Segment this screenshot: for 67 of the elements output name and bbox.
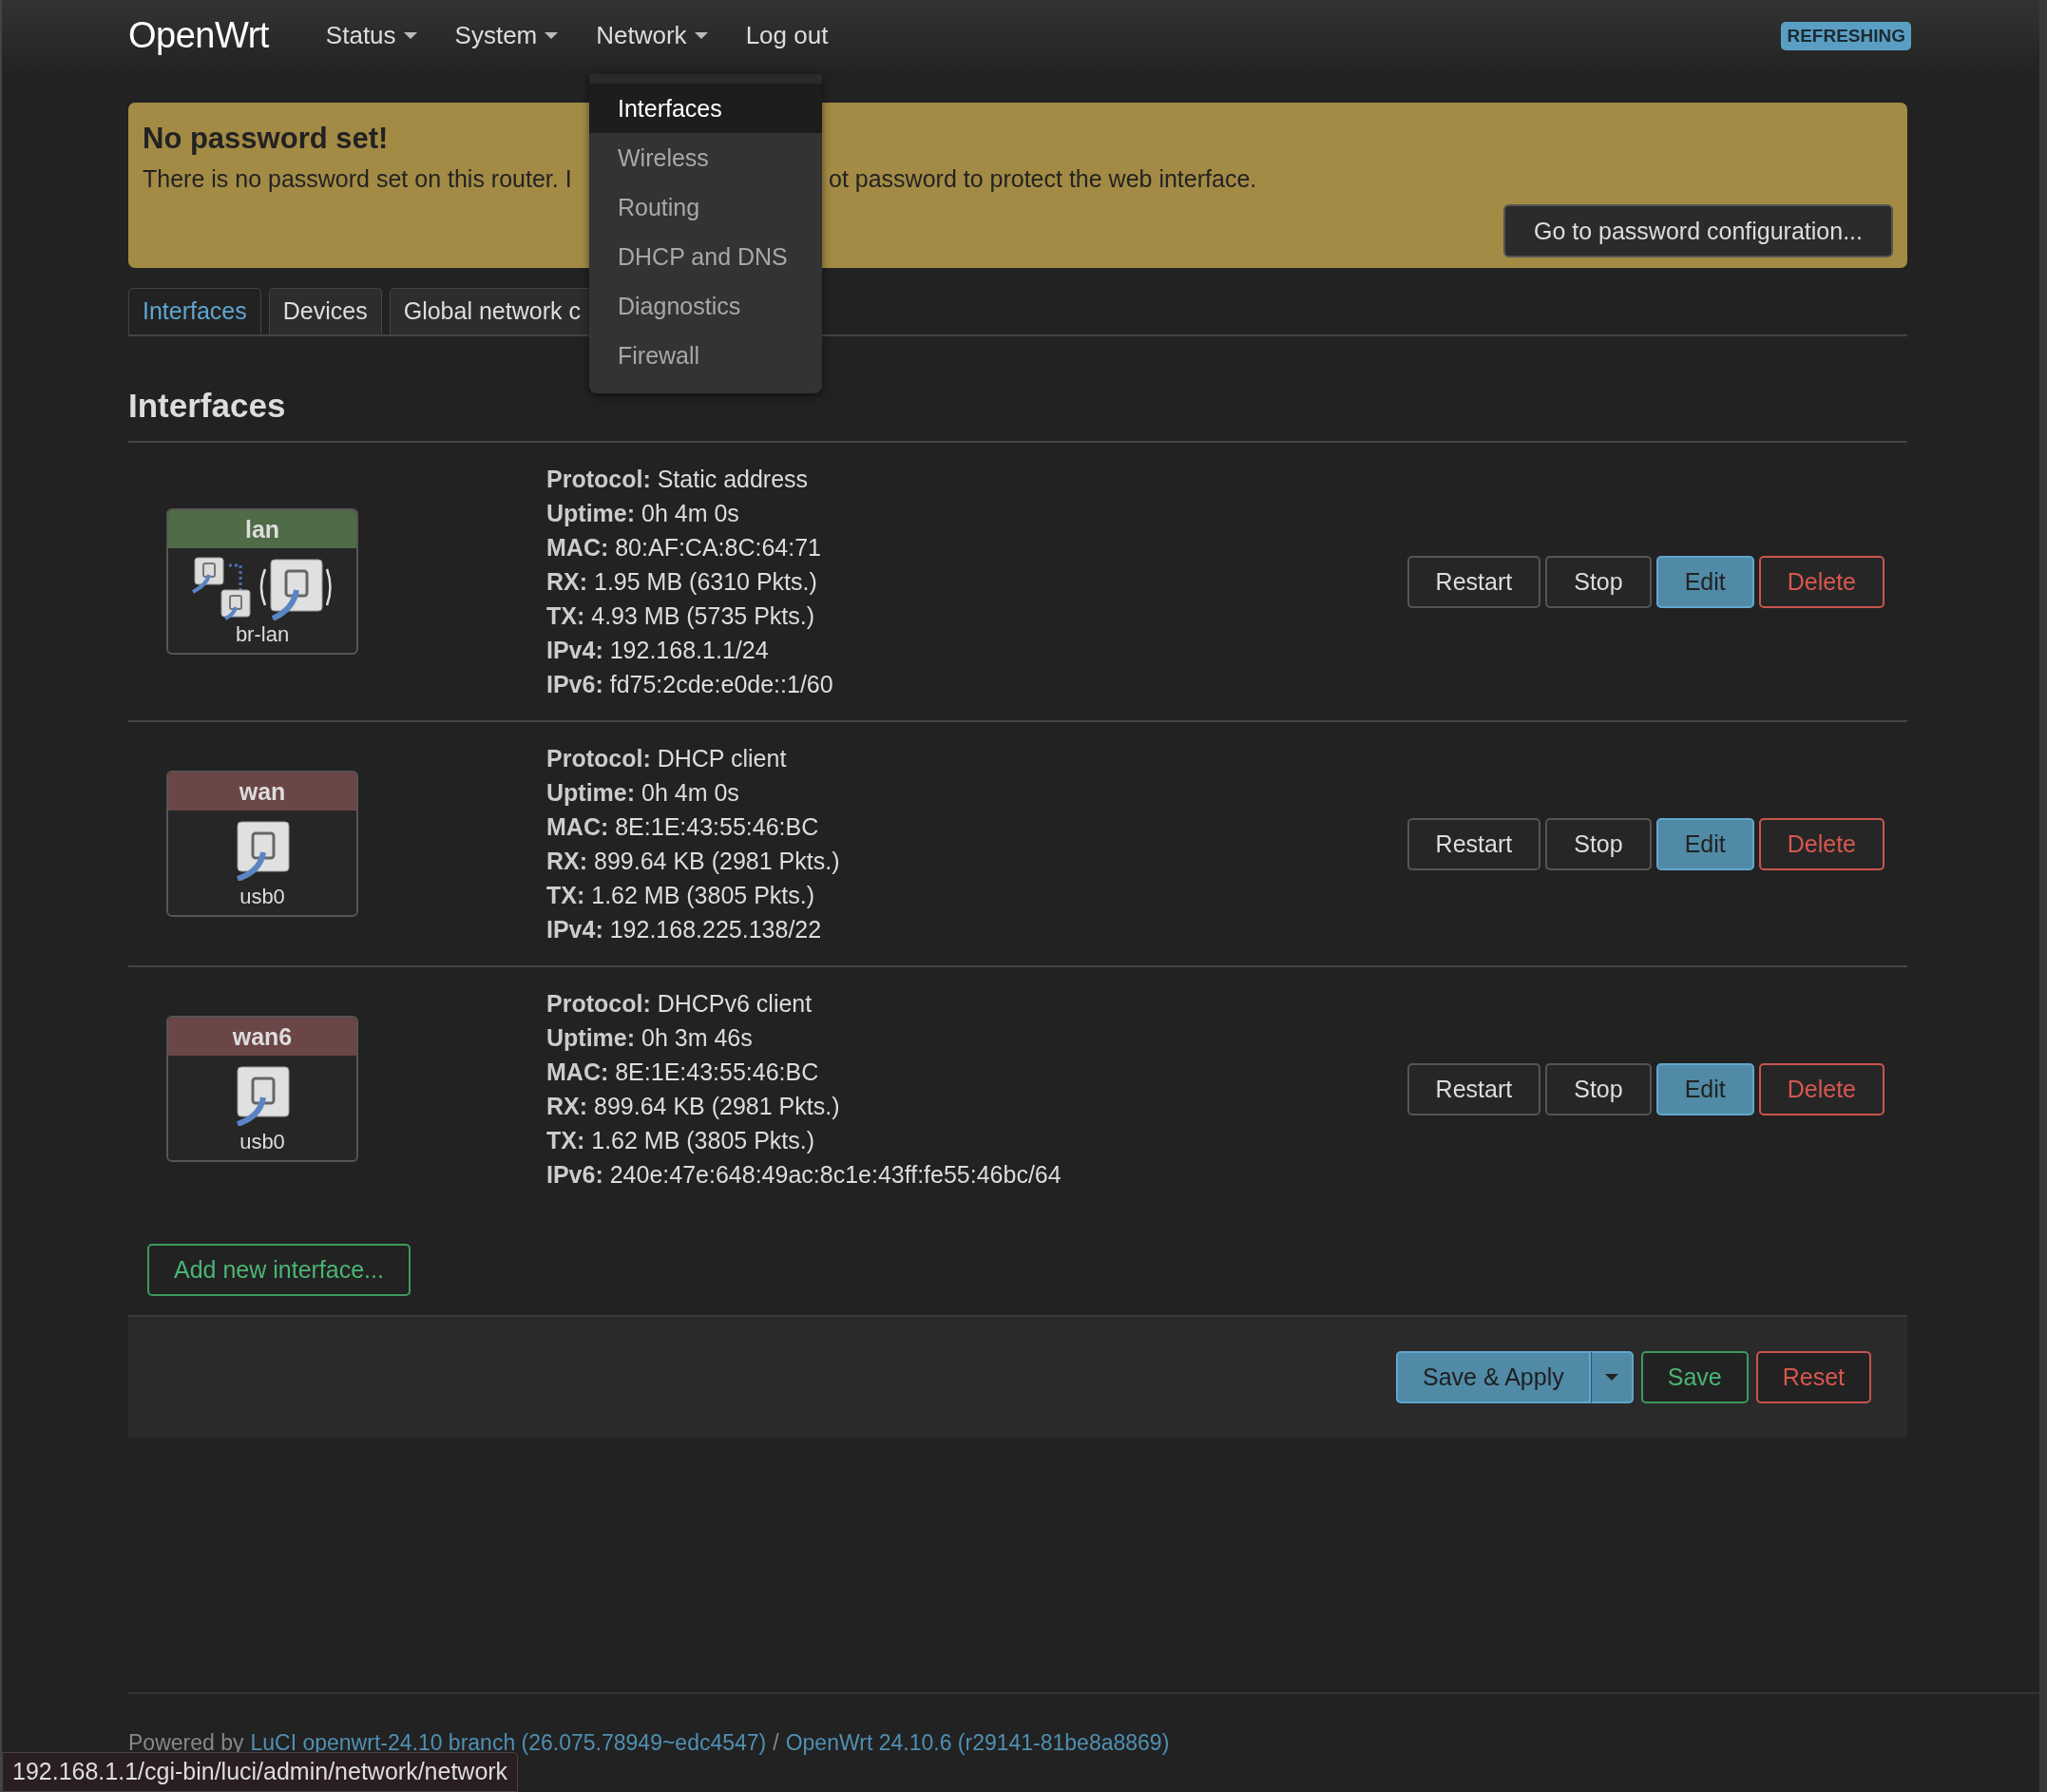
refreshing-badge[interactable]: REFRESHING <box>1781 21 1911 50</box>
interface-name: lan <box>168 510 356 548</box>
nav-item[interactable]: System <box>454 21 559 50</box>
detail-line: IPv6: fd75:2cde:e0de::1/60 <box>546 670 834 699</box>
menu-item[interactable]: Interfaces <box>589 84 822 133</box>
nav-item[interactable]: Log out <box>745 21 829 50</box>
footer-button[interactable]: Reset <box>1755 1351 1871 1403</box>
action-button[interactable]: Restart <box>1406 817 1541 870</box>
detail-line: IPv4: 192.168.225.138/22 <box>546 915 823 944</box>
footer-link[interactable]: OpenWrt 24.10.6 (r29141-81be8a8869) <box>785 1730 1170 1756</box>
detail-line: IPv6: 240e:47e:648:49ac:8c1e:43ff:fe55:46bc/64 <box>546 1160 1062 1190</box>
detail-line: IPv4: 192.168.1.1/24 <box>546 636 770 665</box>
action-button[interactable]: Edit <box>1655 817 1754 870</box>
detail-line: RX: 899.64 KB (2981 Pkts.) <box>546 1092 841 1121</box>
ethernet-port-icon <box>234 1065 291 1126</box>
tab[interactable]: Interfaces <box>128 288 261 334</box>
action-button[interactable]: Delete <box>1758 817 1884 870</box>
add-interface-button[interactable]: Add new interface... <box>147 1244 411 1296</box>
caret-icon <box>1604 1374 1618 1381</box>
caret-icon <box>545 32 559 39</box>
interface-name: wan6 <box>168 1018 356 1056</box>
nav-item[interactable]: Status <box>325 21 417 50</box>
action-button[interactable]: Stop <box>1545 555 1652 608</box>
device-name: br-lan <box>235 622 290 647</box>
device-name: usb0 <box>239 1130 285 1154</box>
dropdown-toggle-button[interactable] <box>1590 1351 1634 1403</box>
detail-line: Uptime: 0h 4m 0s <box>546 778 740 808</box>
action-button[interactable]: Edit <box>1655 1062 1754 1115</box>
menu-item[interactable]: Wireless <box>589 133 822 182</box>
tab[interactable]: Devices <box>268 288 382 334</box>
detail-line: RX: 1.95 MB (6310 Pkts.) <box>546 567 818 597</box>
password-config-button[interactable]: Go to password configuration... <box>1502 204 1893 257</box>
status-url: 192.168.1.1/cgi-bin/luci/admin/network/network <box>2 1752 519 1792</box>
detail-line: TX: 1.62 MB (3805 Pkts.) <box>546 881 816 910</box>
detail-line: TX: 4.93 MB (5735 Pkts.) <box>546 601 816 631</box>
action-button[interactable]: Delete <box>1758 555 1884 608</box>
footer-button[interactable]: Save <box>1640 1351 1749 1403</box>
detail-line: Uptime: 0h 4m 0s <box>546 499 740 528</box>
detail-line: MAC: 80:AF:CA:8C:64:71 <box>546 533 822 562</box>
action-button[interactable]: Delete <box>1758 1062 1884 1115</box>
menu-item[interactable]: Routing <box>589 182 822 232</box>
action-button[interactable]: Restart <box>1406 1062 1541 1115</box>
detail-line: MAC: 8E:1E:43:55:46:BC <box>546 1058 820 1087</box>
detail-line: TX: 1.62 MB (3805 Pkts.) <box>546 1126 816 1155</box>
caret-icon <box>403 32 417 39</box>
detail-line: MAC: 8E:1E:43:55:46:BC <box>546 812 820 842</box>
footer-text: / <box>773 1730 779 1756</box>
action-button[interactable]: Restart <box>1406 555 1541 608</box>
alert-title: No password set! <box>143 122 390 156</box>
action-button[interactable]: Edit <box>1655 555 1754 608</box>
nav-item[interactable]: Network <box>596 21 708 50</box>
ethernet-port-icon <box>234 820 291 881</box>
menu-item[interactable]: DHCP and DNS <box>589 232 822 281</box>
device-name: usb0 <box>239 885 285 909</box>
alert-text: ot password to protect the web interface. <box>829 165 1257 193</box>
alert-text: There is no password set on this router. I <box>143 165 573 193</box>
brand-logo[interactable]: OpenWrt <box>128 15 269 56</box>
detail-line: Protocol: Static address <box>546 465 810 494</box>
detail-line: Protocol: DHCPv6 client <box>546 989 813 1019</box>
caret-icon <box>694 32 708 39</box>
detail-line: Uptime: 0h 3m 46s <box>546 1023 754 1053</box>
detail-line: Protocol: DHCP client <box>546 744 788 773</box>
action-button[interactable]: Stop <box>1545 817 1652 870</box>
save-apply-button[interactable]: Save & Apply <box>1396 1351 1591 1403</box>
detail-line: RX: 899.64 KB (2981 Pkts.) <box>546 847 841 876</box>
interface-name: wan <box>168 772 356 810</box>
action-button[interactable]: Stop <box>1545 1062 1652 1115</box>
